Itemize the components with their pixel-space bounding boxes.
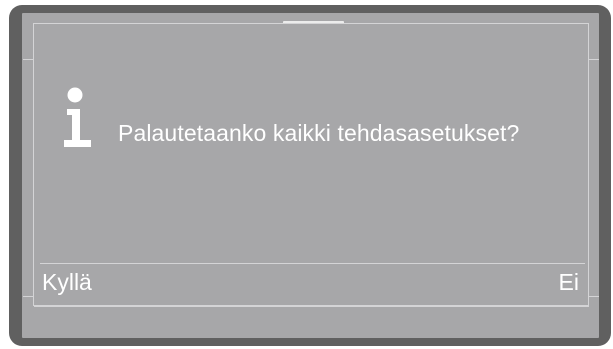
panel-tick xyxy=(23,296,33,297)
panel-tick xyxy=(23,59,33,60)
softkey-divider xyxy=(40,263,585,264)
bottom-divider xyxy=(34,306,589,307)
dialog-message: Palautetaanko kaikki tehdasasetukset? xyxy=(118,120,520,146)
panel-tick xyxy=(589,59,599,60)
panel-tick xyxy=(589,296,599,297)
yes-button[interactable]: Kyllä xyxy=(42,269,92,296)
no-button[interactable]: Ei xyxy=(559,269,579,296)
info-icon xyxy=(64,87,91,147)
